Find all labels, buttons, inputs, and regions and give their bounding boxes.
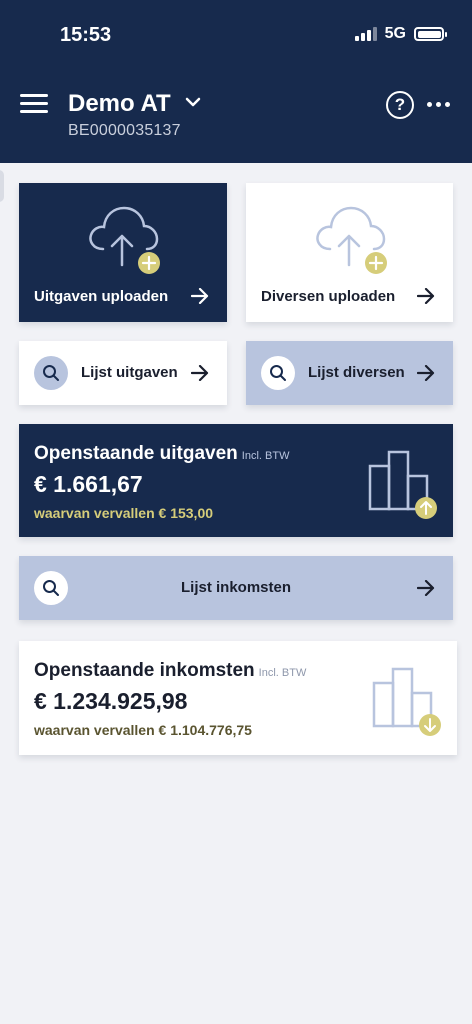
outstanding-income-overdue: waarvan vervallen € 1.104.776,75 (34, 722, 252, 738)
outstanding-expenses-title: Openstaande uitgaven Incl. BTW (34, 443, 289, 465)
list-misc-button[interactable]: Lijst diversen (246, 341, 453, 405)
account-name: Demo AT (68, 90, 171, 117)
outstanding-expenses-overdue: waarvan vervallen € 153,00 (34, 505, 214, 521)
status-time: 15:53 (60, 24, 112, 46)
cloud-upload-icon (89, 206, 160, 274)
cloud-upload-icon (316, 206, 387, 274)
outstanding-income-amount: € 1.234.925,98 (34, 688, 188, 714)
edge-handle (0, 170, 4, 202)
upload-expenses-label: Uitgaven uploaden (34, 288, 169, 305)
outstanding-expenses-amount: € 1.661,67 (34, 471, 143, 497)
arrow-right-icon (191, 288, 209, 304)
tax-note: Incl. BTW (241, 450, 290, 462)
tax-note: Incl. BTW (258, 667, 307, 679)
outstanding-expenses-title-text: Openstaande uitgaven (34, 443, 238, 464)
search-icon (34, 356, 68, 390)
outstanding-income-title-text: Openstaande inkomsten (34, 660, 255, 681)
arrow-right-icon (417, 288, 435, 304)
outstanding-income-card[interactable]: Openstaande inkomsten Incl. BTW € 1.234.9… (19, 641, 457, 755)
network-type: 5G (384, 25, 406, 42)
more-icon[interactable] (427, 102, 450, 107)
search-icon (261, 356, 295, 390)
app-header: 15:53 5G Demo AT BE0000035137 ? (0, 0, 472, 163)
outstanding-income-title: Openstaande inkomsten Incl. BTW (34, 660, 306, 682)
upload-misc-card[interactable]: Diversen uploaden (246, 183, 453, 322)
arrow-right-icon (417, 365, 435, 381)
list-expenses-button[interactable]: Lijst uitgaven (19, 341, 227, 405)
status-bar-indicators: 5G (354, 25, 447, 43)
arrow-right-icon (417, 580, 435, 596)
bar-chart-icon (372, 667, 441, 736)
account-id: BE0000035137 (68, 122, 181, 139)
list-income-label: Lijst inkomsten (180, 579, 292, 596)
list-misc-label: Lijst diversen (308, 364, 405, 381)
signal-icon (354, 27, 377, 41)
list-income-button[interactable]: Lijst inkomsten (19, 556, 453, 620)
menu-icon[interactable] (20, 94, 48, 116)
bar-chart-icon (368, 450, 437, 519)
help-icon[interactable]: ? (386, 91, 414, 119)
chevron-down-icon (185, 94, 201, 112)
arrow-right-icon (191, 365, 209, 381)
account-selector[interactable]: Demo AT BE0000035137 (68, 90, 201, 140)
battery-icon (414, 27, 447, 41)
list-expenses-label: Lijst uitgaven (81, 364, 178, 381)
outstanding-expenses-card[interactable]: Openstaande uitgaven Incl. BTW € 1.661,67… (19, 424, 453, 537)
upload-expenses-card[interactable]: Uitgaven uploaden (19, 183, 227, 322)
upload-misc-label: Diversen uploaden (261, 288, 396, 305)
